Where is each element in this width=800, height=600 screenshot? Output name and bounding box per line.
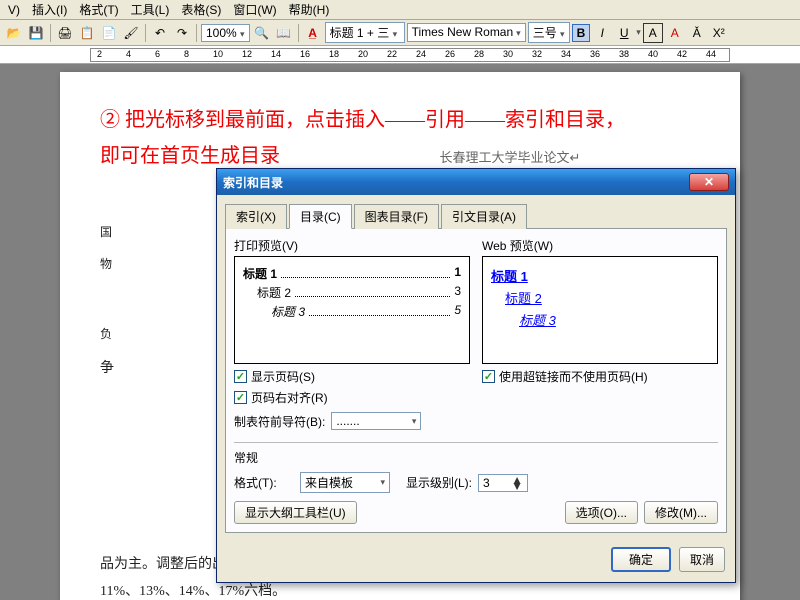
menu-prev[interactable]: V): [2, 1, 26, 19]
general-label: 常规: [234, 449, 718, 466]
tab-panel: 打印预览(V) 标题 11 标题 23 标题 35 ✓ 显示页码(S) ✓ 页码右对…: [225, 229, 727, 533]
ok-button[interactable]: 确定: [611, 547, 671, 572]
body-left-3: 负: [100, 323, 112, 346]
underline-button[interactable]: U: [614, 23, 634, 43]
dialog-tabs: 索引(X) 目录(C) 图表目录(F) 引文目录(A): [225, 203, 727, 229]
levels-label: 显示级别(L):: [406, 474, 472, 491]
redo-icon[interactable]: ↷: [172, 23, 192, 43]
ruler-tick: 2: [97, 49, 102, 59]
format-painter-icon[interactable]: 🖌: [121, 23, 141, 43]
options-button[interactable]: 选项(O)...: [565, 501, 638, 524]
body-left-2: 物: [100, 253, 112, 276]
menu-table[interactable]: 表格(S): [175, 0, 227, 20]
web-link-3[interactable]: 标题 3: [491, 310, 709, 329]
ruler-tick: 6: [155, 49, 160, 59]
outline-toolbar-button[interactable]: 显示大纲工具栏(U): [234, 501, 357, 524]
style-a-icon[interactable]: A̲: [303, 23, 323, 43]
ruler-tick: 38: [619, 49, 629, 59]
dialog-titlebar[interactable]: 索引和目录 ✕: [217, 169, 735, 195]
menu-insert[interactable]: 插入(I): [26, 0, 73, 20]
toc-item-1: 标题 1: [243, 265, 277, 282]
right-align-checkbox[interactable]: ✓: [234, 391, 247, 404]
leader-label: 制表符前导符(B):: [234, 413, 325, 430]
tab-toc[interactable]: 目录(C): [289, 204, 352, 229]
spin-down-icon[interactable]: ▼: [511, 483, 523, 489]
web-preview-box: 标题 1 标题 2 标题 3: [482, 256, 718, 364]
ruler-tick: 22: [387, 49, 397, 59]
ruler-tick: 4: [126, 49, 131, 59]
use-hyperlinks-label: 使用超链接而不使用页码(H): [499, 368, 648, 385]
dialog-title: 索引和目录: [223, 174, 283, 191]
ruler-tick: 44: [706, 49, 716, 59]
save-icon[interactable]: 💾: [26, 23, 46, 43]
frame-a-icon[interactable]: A: [643, 23, 663, 43]
ruler-tick: 16: [300, 49, 310, 59]
tab-citations[interactable]: 引文目录(A): [441, 204, 527, 229]
body-left-1: 国: [100, 221, 112, 244]
tab-figures[interactable]: 图表目录(F): [354, 204, 439, 229]
ruler-tick: 14: [271, 49, 281, 59]
paste-icon[interactable]: 📄: [99, 23, 119, 43]
tab-index[interactable]: 索引(X): [225, 204, 287, 229]
print-preview-label: 打印预览(V): [234, 237, 470, 254]
copy-icon[interactable]: 📋: [77, 23, 97, 43]
ruler-tick: 20: [358, 49, 368, 59]
ruler-tick: 10: [213, 49, 223, 59]
toc-item-3: 标题 3: [271, 303, 305, 320]
menu-window[interactable]: 窗口(W): [227, 0, 282, 20]
close-button[interactable]: ✕: [689, 173, 729, 191]
leader-combo[interactable]: .......▾: [331, 412, 421, 430]
zoom-icon[interactable]: 🔍: [252, 23, 272, 43]
menu-help[interactable]: 帮助(H): [283, 0, 336, 20]
page-header: 长春理工大学毕业论文↵: [320, 147, 700, 169]
toolbar: 📂 💾 🖨 📋 📄 🖌 ↶ ↷ 100% ▾ 🔍 📖 A̲ 标题 1 + 三 ▾…: [0, 20, 800, 46]
ruler-tick: 8: [184, 49, 189, 59]
open-icon[interactable]: 📂: [4, 23, 24, 43]
menu-tools[interactable]: 工具(L): [125, 0, 176, 20]
superscript-icon[interactable]: X²: [709, 23, 729, 43]
levels-spinner[interactable]: 3▲▼: [478, 474, 528, 492]
read-icon[interactable]: 📖: [274, 23, 294, 43]
web-link-1[interactable]: 标题 1: [491, 266, 709, 285]
web-preview-label: Web 预览(W): [482, 237, 718, 254]
zoom-combo[interactable]: 100% ▾: [201, 24, 250, 42]
italic-button[interactable]: I: [592, 23, 612, 43]
format-combo[interactable]: 来自模板▾: [300, 472, 390, 493]
use-hyperlinks-checkbox[interactable]: ✓: [482, 370, 495, 383]
ruler-tick: 36: [590, 49, 600, 59]
show-pages-checkbox[interactable]: ✓: [234, 370, 247, 383]
charfx-icon[interactable]: Ǎ: [687, 23, 707, 43]
bold-button[interactable]: B: [572, 24, 591, 42]
style-combo[interactable]: 标题 1 + 三 ▾: [325, 22, 405, 43]
ruler-tick: 40: [648, 49, 658, 59]
menu-format[interactable]: 格式(T): [73, 0, 124, 20]
web-link-2[interactable]: 标题 2: [491, 288, 709, 307]
ruler-tick: 26: [445, 49, 455, 59]
menubar: V) 插入(I) 格式(T) 工具(L) 表格(S) 窗口(W) 帮助(H): [0, 0, 800, 20]
print-preview-box: 标题 11 标题 23 标题 35: [234, 256, 470, 364]
color-a-icon[interactable]: A: [665, 23, 685, 43]
cancel-button[interactable]: 取消: [679, 547, 725, 572]
ruler-tick: 18: [329, 49, 339, 59]
ruler-tick: 42: [677, 49, 687, 59]
index-toc-dialog: 索引和目录 ✕ 索引(X) 目录(C) 图表目录(F) 引文目录(A) 打印预览…: [216, 168, 736, 583]
ruler-tick: 28: [474, 49, 484, 59]
ruler-tick: 34: [561, 49, 571, 59]
format-label: 格式(T):: [234, 474, 294, 491]
ruler-tick: 12: [242, 49, 252, 59]
fontsize-combo[interactable]: 三号 ▾: [528, 22, 570, 43]
ruler: 2468101214161820222426283032343638404244: [0, 46, 800, 64]
instruction-line-1: ② 把光标移到最前面，点击插入——引用——索引和目录，: [100, 102, 700, 138]
toc-item-2: 标题 2: [257, 284, 291, 301]
ruler-tick: 24: [416, 49, 426, 59]
undo-icon[interactable]: ↶: [150, 23, 170, 43]
print-icon[interactable]: 🖨: [55, 23, 75, 43]
ruler-scale: 2468101214161820222426283032343638404244: [90, 48, 730, 62]
ruler-tick: 30: [503, 49, 513, 59]
modify-button[interactable]: 修改(M)...: [644, 501, 718, 524]
show-pages-label: 显示页码(S): [251, 368, 315, 385]
font-combo[interactable]: Times New Roman ▾: [407, 23, 526, 42]
ruler-tick: 32: [532, 49, 542, 59]
right-align-label: 页码右对齐(R): [251, 389, 328, 406]
